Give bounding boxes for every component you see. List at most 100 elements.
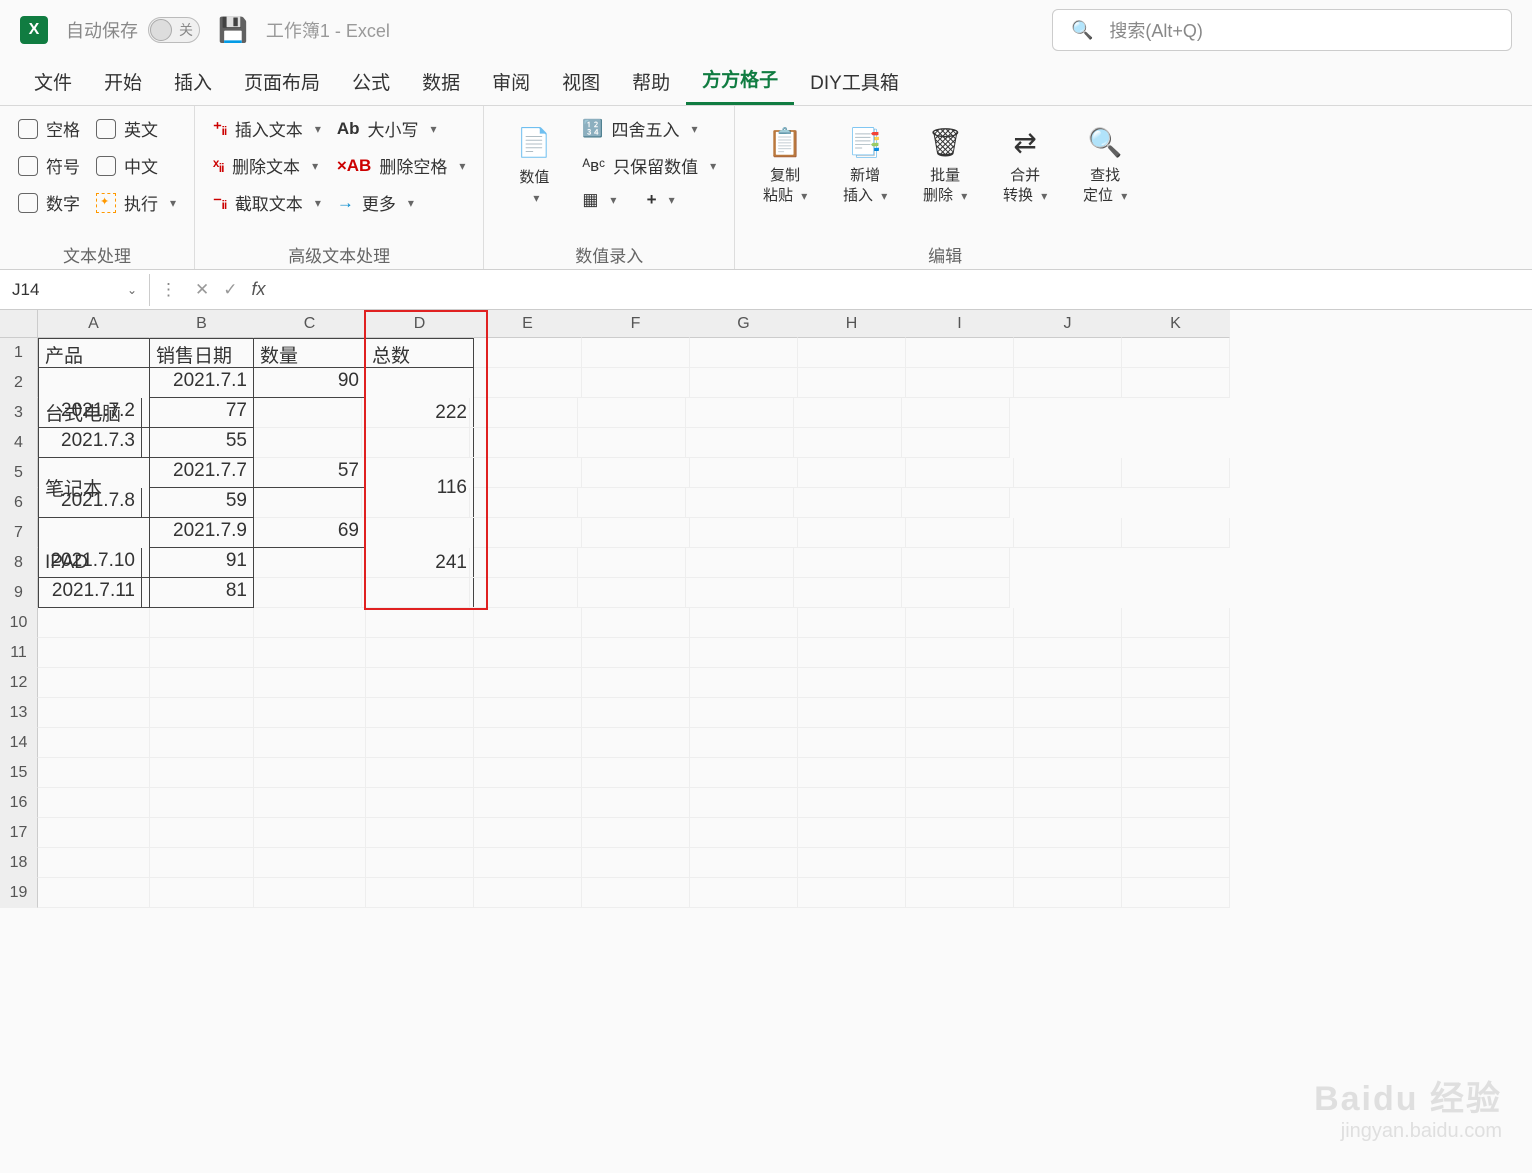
option-中文[interactable]: 中文	[92, 151, 180, 180]
edit-button-2[interactable]: 🗑批量删除 ▾	[909, 114, 981, 205]
cell-H1[interactable]	[798, 338, 906, 368]
edit-button-4[interactable]: 🔍查找定位 ▾	[1069, 114, 1141, 205]
cell-E4[interactable]	[254, 428, 362, 458]
col-header-I[interactable]: I	[906, 310, 1014, 338]
cell-A11[interactable]	[38, 638, 150, 668]
cell-D10[interactable]	[366, 608, 474, 638]
cell-B16[interactable]	[150, 788, 254, 818]
cell-G7[interactable]	[690, 518, 798, 548]
formula-input[interactable]	[274, 274, 1532, 306]
cell-F7[interactable]	[582, 518, 690, 548]
cell-H4[interactable]	[578, 428, 686, 458]
cell-D16[interactable]	[366, 788, 474, 818]
cell-C17[interactable]	[254, 818, 366, 848]
cell-I5[interactable]	[906, 458, 1014, 488]
cell-G13[interactable]	[690, 698, 798, 728]
cell-K14[interactable]	[1122, 728, 1230, 758]
cell-J8[interactable]	[794, 548, 902, 578]
col-header-B[interactable]: B	[150, 310, 254, 338]
cell-H16[interactable]	[798, 788, 906, 818]
row-header-17[interactable]: 17	[0, 818, 38, 848]
text-action2-0[interactable]: Ab 大小写▾	[333, 114, 470, 143]
cell-B5[interactable]: 2021.7.7	[150, 458, 254, 488]
cell-G8[interactable]	[470, 548, 578, 578]
cell-I16[interactable]	[906, 788, 1014, 818]
cell-C14[interactable]	[254, 728, 366, 758]
cell-E16[interactable]	[474, 788, 582, 818]
cell-F13[interactable]	[582, 698, 690, 728]
row-header-2[interactable]: 2	[0, 368, 38, 398]
cell-F8[interactable]	[362, 548, 470, 578]
cell-E13[interactable]	[474, 698, 582, 728]
tab-审阅[interactable]: 审阅	[476, 58, 546, 105]
cell-G3[interactable]	[470, 398, 578, 428]
cell-J11[interactable]	[1014, 638, 1122, 668]
cell-F17[interactable]	[582, 818, 690, 848]
cell-K8[interactable]	[902, 548, 1010, 578]
autosave-toggle[interactable]: 自动保存 关	[66, 17, 200, 43]
cell-D13[interactable]	[366, 698, 474, 728]
row-header-13[interactable]: 13	[0, 698, 38, 728]
row-header-7[interactable]: 7	[0, 518, 38, 548]
cell-J6[interactable]	[794, 488, 902, 518]
tab-开始[interactable]: 开始	[88, 58, 158, 105]
numeric-button[interactable]: 📄 数值 ▾	[498, 114, 570, 205]
cell-F14[interactable]	[582, 728, 690, 758]
cell-B6[interactable]: 2021.7.8	[38, 488, 142, 518]
cell-F6[interactable]	[362, 488, 470, 518]
cell-A14[interactable]	[38, 728, 150, 758]
text-action2-1[interactable]: ×AB 删除空格▾	[333, 151, 470, 180]
cell-F12[interactable]	[582, 668, 690, 698]
cell-E12[interactable]	[474, 668, 582, 698]
cell-I2[interactable]	[906, 368, 1014, 398]
row-header-14[interactable]: 14	[0, 728, 38, 758]
cell-B19[interactable]	[150, 878, 254, 908]
tab-视图[interactable]: 视图	[546, 58, 616, 105]
cell-B18[interactable]	[150, 848, 254, 878]
col-header-E[interactable]: E	[474, 310, 582, 338]
cell-A10[interactable]	[38, 608, 150, 638]
row-header-6[interactable]: 6	[0, 488, 38, 518]
cell-H13[interactable]	[798, 698, 906, 728]
cell-E18[interactable]	[474, 848, 582, 878]
cell-I1[interactable]	[906, 338, 1014, 368]
cell-F11[interactable]	[582, 638, 690, 668]
cell-A1[interactable]: 产品	[38, 338, 150, 368]
cell-D18[interactable]	[366, 848, 474, 878]
cell-C4[interactable]: 55	[142, 428, 254, 458]
row-header-11[interactable]: 11	[0, 638, 38, 668]
cell-B14[interactable]	[150, 728, 254, 758]
execute-button[interactable]: 执行▾	[92, 188, 180, 217]
cell-B9[interactable]: 2021.7.11	[38, 578, 142, 608]
col-header-K[interactable]: K	[1122, 310, 1230, 338]
cell-K9[interactable]	[902, 578, 1010, 608]
cell-I9[interactable]	[686, 578, 794, 608]
cell-I18[interactable]	[906, 848, 1014, 878]
cell-A12[interactable]	[38, 668, 150, 698]
cell-I3[interactable]	[686, 398, 794, 428]
cell-G2[interactable]	[690, 368, 798, 398]
col-header-C[interactable]: C	[254, 310, 366, 338]
cell-I10[interactable]	[906, 608, 1014, 638]
cell-I19[interactable]	[906, 878, 1014, 908]
tab-帮助[interactable]: 帮助	[616, 58, 686, 105]
cell-C10[interactable]	[254, 608, 366, 638]
cell-G18[interactable]	[690, 848, 798, 878]
cell-H9[interactable]	[578, 578, 686, 608]
cell-K3[interactable]	[902, 398, 1010, 428]
cell-D15[interactable]	[366, 758, 474, 788]
cell-K11[interactable]	[1122, 638, 1230, 668]
cell-G12[interactable]	[690, 668, 798, 698]
cell-H2[interactable]	[798, 368, 906, 398]
cell-K4[interactable]	[902, 428, 1010, 458]
cell-J15[interactable]	[1014, 758, 1122, 788]
cell-B4[interactable]: 2021.7.3	[38, 428, 142, 458]
cell-F9[interactable]	[362, 578, 470, 608]
cell-H19[interactable]	[798, 878, 906, 908]
cell-G19[interactable]	[690, 878, 798, 908]
cell-H18[interactable]	[798, 848, 906, 878]
cell-J12[interactable]	[1014, 668, 1122, 698]
row-header-10[interactable]: 10	[0, 608, 38, 638]
row-header-9[interactable]: 9	[0, 578, 38, 608]
col-header-A[interactable]: A	[38, 310, 150, 338]
